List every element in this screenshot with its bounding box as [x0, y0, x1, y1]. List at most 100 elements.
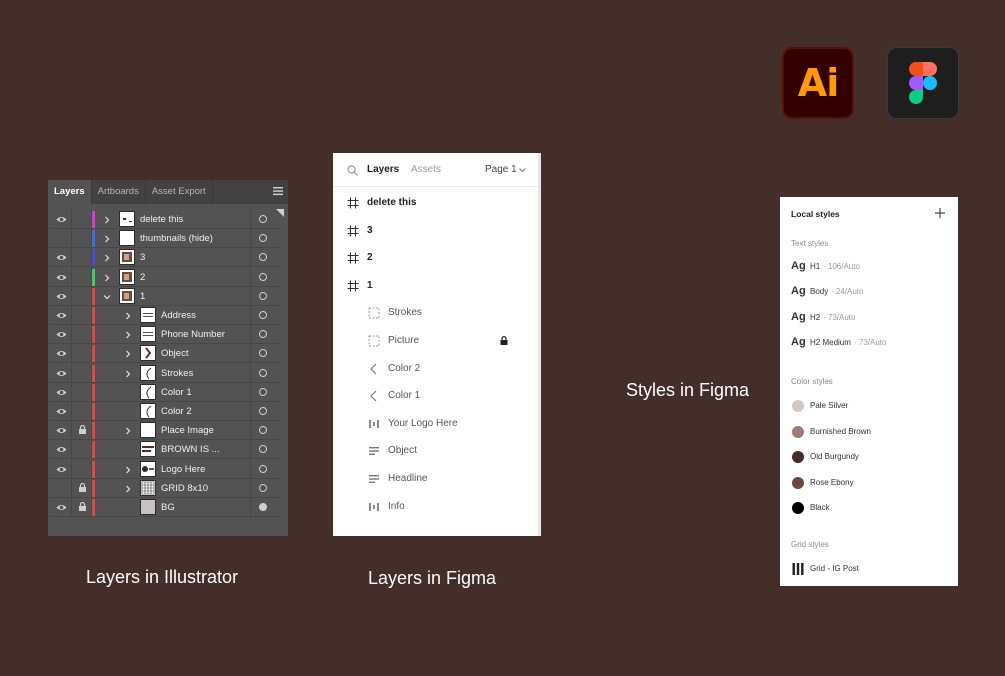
tab-artboards[interactable]: Artboards [92, 180, 146, 204]
lock-cell[interactable] [72, 286, 92, 305]
visibility-cell[interactable] [50, 210, 72, 228]
lock-cell[interactable] [72, 267, 92, 286]
chevron-right-icon[interactable] [103, 274, 111, 282]
target-circle-icon[interactable] [259, 272, 267, 281]
visibility-cell[interactable] [50, 363, 72, 382]
target-cell[interactable] [250, 421, 282, 440]
tab-layers[interactable]: Layers [48, 180, 92, 204]
color-style-item[interactable]: Old Burgundy [780, 449, 958, 465]
chevron-right-icon[interactable] [124, 466, 132, 474]
figma-layer-item[interactable]: 3 [333, 222, 538, 242]
eye-icon[interactable] [56, 253, 67, 262]
visibility-cell[interactable] [50, 306, 72, 324]
target-cell[interactable] [250, 267, 282, 286]
target-cell[interactable] [250, 229, 282, 248]
target-circle-icon[interactable] [259, 445, 267, 454]
eye-icon[interactable] [56, 445, 67, 454]
target-cell[interactable] [250, 248, 282, 267]
eye-icon[interactable] [56, 426, 67, 435]
text-style-item[interactable]: Ag H2 Medium · 73/Auto [780, 336, 958, 354]
lock-icon[interactable] [500, 336, 508, 345]
illustrator-layer-row[interactable]: BROWN IS ... [50, 440, 282, 460]
figma-layer-item[interactable]: Object [333, 442, 538, 462]
eye-icon[interactable] [56, 215, 67, 224]
visibility-cell[interactable] [50, 344, 72, 363]
target-circle-icon[interactable] [259, 234, 267, 243]
panel-menu-icon[interactable] [273, 186, 283, 196]
illustrator-layer-row[interactable]: Logo Here [50, 459, 282, 479]
layer-name[interactable]: Place Image [161, 421, 214, 440]
target-circle-icon[interactable] [259, 503, 267, 511]
visibility-cell[interactable] [50, 267, 72, 286]
lock-cell[interactable] [72, 344, 92, 363]
illustrator-layer-row[interactable]: 3 [50, 248, 282, 268]
visibility-cell[interactable] [50, 459, 72, 478]
figma-layer-item[interactable]: 2 [333, 249, 538, 269]
target-circle-icon[interactable] [259, 330, 267, 339]
text-style-item[interactable]: Ag H2 · 73/Auto [780, 311, 958, 329]
lock-cell[interactable] [72, 459, 92, 478]
chevron-right-icon[interactable] [124, 485, 132, 493]
tab-figma-assets[interactable]: Assets [411, 164, 441, 175]
target-circle-icon[interactable] [259, 311, 267, 319]
layer-name[interactable]: GRID 8x10 [161, 479, 208, 498]
layer-name[interactable]: 2 [140, 268, 145, 287]
lock-icon[interactable] [78, 502, 87, 511]
text-style-item[interactable]: Ag H1 · 106/Auto [780, 260, 958, 278]
visibility-cell[interactable] [50, 382, 72, 401]
eye-icon[interactable] [56, 273, 67, 282]
eye-icon[interactable] [56, 349, 67, 358]
illustrator-layer-row[interactable]: delete this [50, 210, 282, 229]
chevron-down-icon[interactable] [103, 293, 111, 301]
target-circle-icon[interactable] [259, 464, 267, 473]
target-cell[interactable] [250, 382, 282, 401]
lock-icon[interactable] [78, 482, 87, 492]
chevron-right-icon[interactable] [124, 331, 132, 339]
lock-cell[interactable] [72, 306, 92, 324]
figma-layer-item[interactable]: Headline [333, 470, 538, 490]
eye-icon[interactable] [56, 292, 67, 301]
visibility-cell[interactable] [50, 229, 72, 248]
layer-name[interactable]: Color 2 [161, 402, 192, 421]
lock-cell[interactable] [72, 363, 92, 382]
figma-layer-item[interactable]: Picture [333, 332, 538, 352]
illustrator-layer-row[interactable]: BG [50, 498, 282, 517]
visibility-cell[interactable] [50, 248, 72, 267]
target-circle-icon[interactable] [259, 368, 267, 377]
lock-cell[interactable] [72, 382, 92, 401]
eye-icon[interactable] [56, 503, 67, 512]
text-style-item[interactable]: Ag Body · 24/Auto [780, 285, 958, 303]
figma-layer-item[interactable]: Color 2 [333, 360, 538, 380]
figma-layer-item[interactable]: Info [333, 498, 538, 518]
lock-cell[interactable] [72, 440, 92, 459]
layer-name[interactable]: Color 1 [161, 383, 192, 402]
lock-cell[interactable] [72, 229, 92, 248]
target-circle-icon[interactable] [259, 253, 267, 262]
search-icon[interactable] [347, 165, 358, 176]
lock-cell[interactable] [72, 248, 92, 267]
figma-layer-item[interactable]: Color 1 [333, 387, 538, 407]
target-circle-icon[interactable] [259, 483, 267, 492]
lock-cell[interactable] [72, 421, 92, 440]
illustrator-layer-row[interactable]: 2 [50, 267, 282, 287]
figma-layer-item[interactable]: Your Logo Here [333, 415, 538, 435]
target-cell[interactable] [250, 402, 282, 420]
illustrator-layer-row[interactable]: thumbnails (hide) [50, 229, 282, 249]
layer-name[interactable]: Phone Number [161, 325, 225, 344]
layer-name[interactable]: Address [161, 306, 196, 325]
color-style-item[interactable]: Rose Ebony [780, 475, 958, 491]
target-cell[interactable] [250, 478, 282, 497]
target-cell[interactable] [250, 459, 282, 478]
target-cell[interactable] [250, 325, 282, 344]
illustrator-layer-row[interactable]: GRID 8x10 [50, 478, 282, 498]
visibility-cell[interactable] [50, 478, 72, 497]
lock-cell[interactable] [72, 478, 92, 497]
target-cell[interactable] [250, 306, 282, 324]
visibility-cell[interactable] [50, 498, 72, 516]
illustrator-layer-row[interactable]: Phone Number [50, 325, 282, 345]
illustrator-layer-row[interactable]: Color 1 [50, 382, 282, 402]
target-cell[interactable] [250, 498, 282, 516]
target-circle-icon[interactable] [259, 215, 267, 223]
target-cell[interactable] [250, 286, 282, 305]
visibility-cell[interactable] [50, 286, 72, 305]
